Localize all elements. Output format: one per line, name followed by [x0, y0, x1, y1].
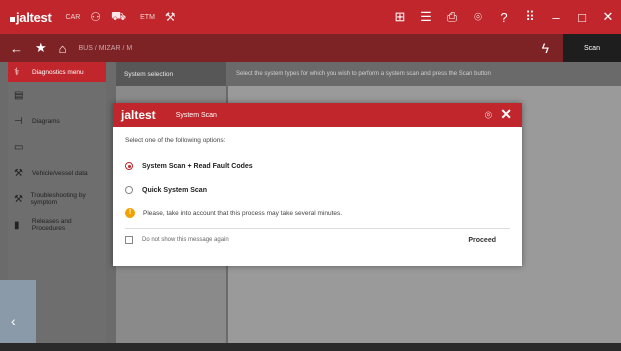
diagram-icon: ⊣	[14, 115, 23, 127]
proceed-button[interactable]: Proceed	[468, 237, 496, 244]
option-scan-read-codes[interactable]: System Scan + Read Fault Codes	[125, 156, 510, 176]
scan-bolt-icon[interactable]: ϟ	[542, 40, 549, 56]
network-icon[interactable]: ⚇	[90, 10, 101, 24]
warning-icon: !	[125, 208, 135, 218]
collapse-arrow-icon[interactable]: ‹	[11, 313, 16, 329]
star-icon[interactable]: ★	[35, 40, 47, 56]
breadcrumb: BUS / MIZAR / M	[78, 44, 133, 52]
minimize-icon[interactable]: –	[543, 10, 569, 25]
main-header: Select the system types for which you wi…	[228, 62, 621, 86]
close-window-icon[interactable]: ✕	[595, 9, 621, 25]
maximize-icon[interactable]: □	[569, 10, 595, 25]
sidebar-item-docs[interactable]: ▭	[8, 134, 106, 160]
sidebar-item-diagrams[interactable]: ⊣ Diagrams	[8, 108, 106, 134]
dialog-title: System Scan	[175, 111, 217, 119]
list-icon[interactable]: ☰	[413, 9, 439, 25]
system-selection-header: System selection	[116, 62, 226, 86]
mode-car[interactable]: CAR	[65, 14, 80, 21]
radio-selected[interactable]	[125, 162, 133, 170]
option-quick-scan[interactable]: Quick System Scan	[125, 180, 510, 200]
sidebar-item-diagnostics[interactable]: ⚕ Diagnostics menu	[8, 62, 106, 82]
diagnosis-icon: ⚕	[14, 66, 20, 78]
nav-bar: ← ★ ⌂ BUS / MIZAR / M ϟ Scan	[0, 34, 621, 62]
vehicle-icon: ⚒	[14, 167, 23, 179]
tools-icon[interactable]: ⚒	[165, 10, 176, 24]
app-logo: jaltest	[10, 10, 52, 25]
system-scan-dialog: jaltest System Scan ⌾ ✕ Select one of th…	[113, 103, 522, 266]
troubleshooting-icon: ⚒	[14, 193, 23, 205]
scan-tab[interactable]: Scan	[563, 34, 621, 62]
camera-icon[interactable]: ⌾	[465, 9, 491, 25]
warning-message: ! Please, take into account that this pr…	[125, 204, 510, 222]
book-icon: ▮	[14, 219, 20, 231]
sidebar-item-troubleshooting[interactable]: ⚒ Troubleshooting by symptom	[8, 186, 106, 212]
dont-show-label: Do not show this message again	[142, 237, 229, 243]
top-bar-actions: ⊞ ☰ ⎙ ⌾ ? ⠿ – □ ✕	[387, 0, 621, 34]
apps-icon[interactable]: ⠿	[517, 9, 543, 25]
home-icon[interactable]: ⌂	[59, 41, 67, 56]
grid-icon[interactable]: ⊞	[387, 9, 413, 25]
top-bar: jaltest CAR ⚇ ⛟ ETM ⚒ ⊞ ☰ ⎙ ⌾ ? ⠿ – □ ✕	[0, 0, 621, 34]
dialog-header: jaltest System Scan ⌾ ✕	[113, 103, 522, 127]
sidebar-item-menu[interactable]: ▤	[8, 82, 106, 108]
doc-icon: ▭	[14, 141, 24, 153]
menu-icon: ▤	[14, 89, 24, 101]
dialog-logo: jaltest	[121, 108, 156, 122]
dont-show-checkbox[interactable]	[125, 236, 133, 244]
dialog-instruction: Select one of the following options:	[125, 137, 226, 144]
mode-etm[interactable]: ETM	[140, 14, 155, 21]
back-icon[interactable]: ←	[10, 41, 23, 56]
radio-unselected[interactable]	[125, 186, 133, 194]
dialog-footer: Do not show this message again Proceed	[125, 229, 510, 251]
sidebar-item-vehicle-data[interactable]: ⚒ Vehicle/vessel data	[8, 160, 106, 186]
back-panel	[0, 280, 36, 343]
status-bar	[0, 343, 621, 351]
screenshot-camera-icon[interactable]: ⌾	[485, 108, 492, 123]
truck-icon[interactable]: ⛟	[111, 9, 126, 25]
help-icon[interactable]: ?	[491, 10, 517, 25]
print-icon[interactable]: ⎙	[439, 9, 465, 25]
sidebar-item-releases[interactable]: ▮ Releases and Procedures	[8, 212, 106, 238]
dialog-body: Select one of the following options: Sys…	[113, 127, 522, 261]
close-icon[interactable]: ✕	[500, 106, 512, 123]
